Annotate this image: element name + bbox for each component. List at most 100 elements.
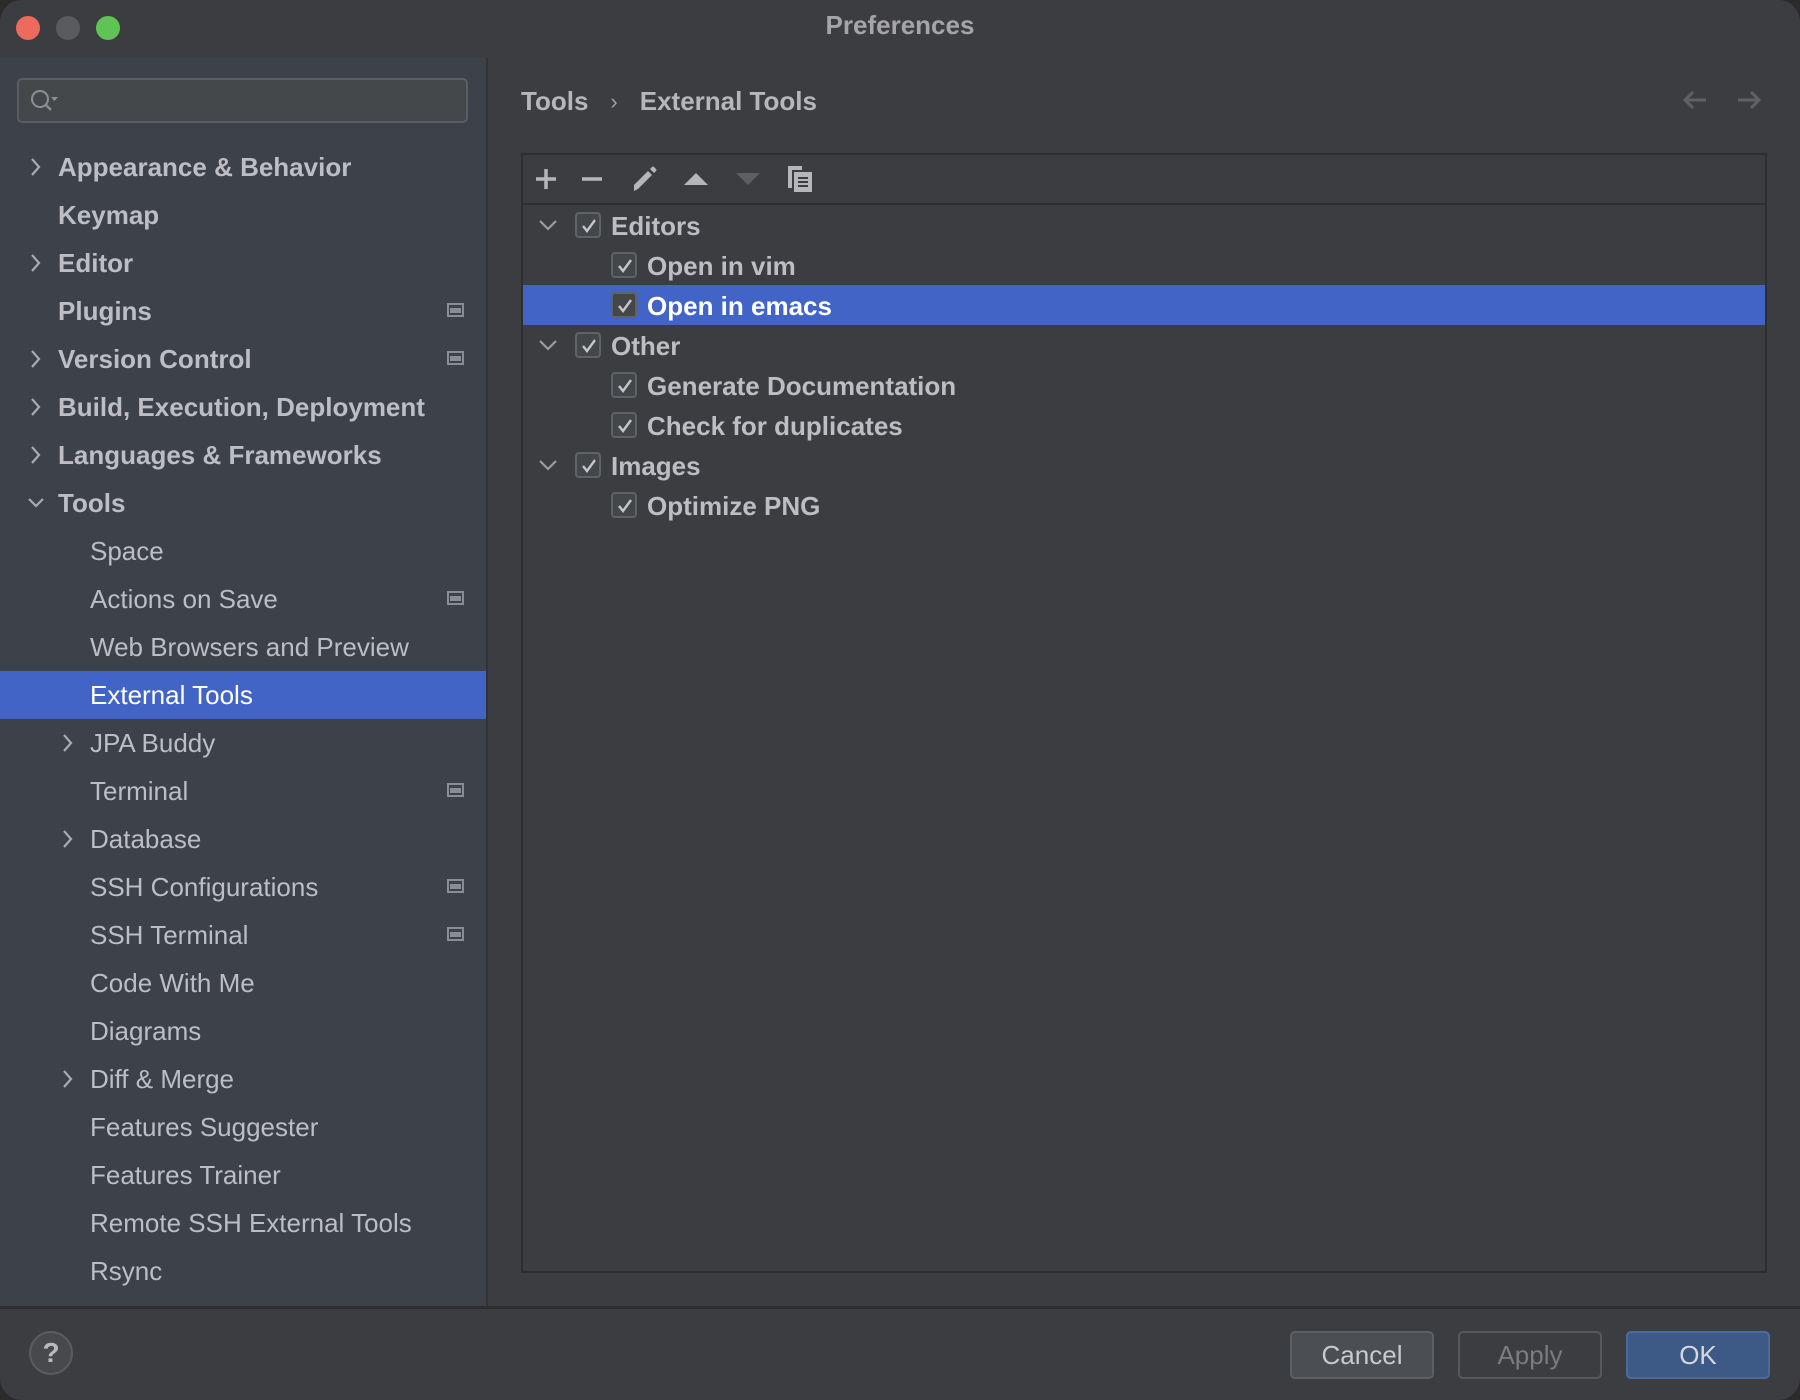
tool-row[interactable]: Generate Documentation: [523, 365, 1765, 405]
tool-label: Check for duplicates: [647, 411, 903, 441]
chevron-down-icon[interactable]: [537, 335, 559, 355]
breadcrumb: Tools › External Tools: [521, 86, 817, 117]
sidebar-item[interactable]: Diff & Merge: [0, 1055, 486, 1103]
checkbox[interactable]: [611, 492, 637, 518]
sidebar-item-label: Terminal: [90, 776, 189, 806]
sidebar-item[interactable]: Version Control: [0, 335, 486, 383]
sidebar-item[interactable]: Diagrams: [0, 1007, 486, 1055]
edit-tool-button[interactable]: [627, 163, 661, 195]
preferences-window: Preferences Appearance & Behavior Keymap E…: [0, 0, 1800, 1400]
checkbox[interactable]: [611, 252, 637, 278]
sidebar-item-label: Diff & Merge: [90, 1064, 235, 1094]
sidebar-item[interactable]: Web Browsers and Preview: [0, 623, 486, 671]
cancel-button[interactable]: Cancel: [1290, 1331, 1434, 1379]
move-down-button[interactable]: [731, 163, 765, 195]
sidebar-item-label: Web Browsers and Preview: [90, 632, 409, 662]
edit-icon: [634, 166, 657, 191]
dialog-footer: ? Cancel Apply OK: [0, 1306, 1800, 1400]
tool-row[interactable]: Open in vim: [523, 245, 1765, 285]
sidebar-item[interactable]: JPA Buddy: [0, 719, 486, 767]
tool-group-row[interactable]: Other: [523, 325, 1765, 365]
sidebar-item[interactable]: Database: [0, 815, 486, 863]
sidebar-item[interactable]: Languages & Frameworks: [0, 431, 486, 479]
sidebar-item[interactable]: Rsync: [0, 1247, 486, 1295]
checkbox[interactable]: [575, 452, 601, 478]
sidebar-item-label: SSH Configurations: [90, 872, 319, 902]
copy-tool-button[interactable]: [783, 163, 817, 195]
sidebar-item[interactable]: Appearance & Behavior: [0, 143, 486, 191]
checkbox[interactable]: [575, 212, 601, 238]
sidebar-item-label: Features Trainer: [90, 1160, 281, 1190]
sidebar-item-label: Editor: [58, 248, 134, 278]
breadcrumb-current: External Tools: [639, 86, 817, 116]
sidebar-item[interactable]: Features Suggester: [0, 1103, 486, 1151]
sidebar-item[interactable]: Editor: [0, 239, 486, 287]
chevron-right-icon[interactable]: [58, 827, 78, 851]
add-tool-button[interactable]: [529, 163, 563, 195]
tool-label: Editors: [611, 211, 701, 241]
sidebar-item-label: Plugins: [58, 296, 152, 326]
project-settings-icon: [447, 303, 464, 317]
remove-tool-button[interactable]: [575, 163, 609, 195]
tool-group-row[interactable]: Editors: [523, 205, 1765, 245]
copy-icon: [788, 166, 812, 192]
tool-label: Generate Documentation: [647, 371, 957, 401]
tool-row[interactable]: Open in emacs: [523, 285, 1765, 325]
move-up-button[interactable]: [679, 163, 713, 195]
breadcrumb-separator: ›: [610, 88, 618, 114]
search-input[interactable]: [69, 84, 463, 120]
checkmark-icon: [582, 219, 596, 233]
checkbox[interactable]: [575, 332, 601, 358]
tool-group-row[interactable]: Images: [523, 445, 1765, 485]
sidebar-item[interactable]: SSH Configurations: [0, 863, 486, 911]
sidebar-item[interactable]: Actions on Save: [0, 575, 486, 623]
sidebar-item[interactable]: Remote SSH External Tools: [0, 1199, 486, 1247]
help-button[interactable]: ?: [29, 1331, 73, 1375]
back-arrow-icon[interactable]: [1680, 88, 1710, 112]
sidebar-item[interactable]: Keymap: [0, 191, 486, 239]
breadcrumb-parent[interactable]: Tools: [521, 86, 588, 117]
checkmark-icon: [618, 259, 632, 273]
sidebar-item[interactable]: Terminal: [0, 767, 486, 815]
add-icon: [536, 169, 556, 189]
chevron-down-icon[interactable]: [26, 491, 46, 515]
sidebar-item[interactable]: Tools: [0, 479, 486, 527]
checkbox[interactable]: [611, 372, 637, 398]
chevron-right-icon[interactable]: [26, 443, 46, 467]
sidebar-item[interactable]: External Tools: [0, 671, 486, 719]
settings-content: Tools › External Tools Editors Open in v…: [488, 58, 1800, 1306]
chevron-down-icon[interactable]: [537, 455, 559, 475]
project-settings-icon: [447, 591, 464, 605]
chevron-right-icon[interactable]: [58, 1067, 78, 1091]
tool-row[interactable]: Optimize PNG: [523, 485, 1765, 525]
forward-arrow-icon[interactable]: [1734, 88, 1764, 112]
chevron-down-icon[interactable]: [537, 215, 559, 235]
sidebar-item-label: Tools: [58, 488, 126, 518]
chevron-right-icon[interactable]: [26, 155, 46, 179]
checkmark-icon: [618, 379, 632, 393]
tool-label: Open in vim: [647, 251, 796, 281]
settings-search[interactable]: [17, 78, 468, 123]
sidebar-item[interactable]: Plugins: [0, 287, 486, 335]
checkbox[interactable]: [611, 292, 637, 318]
apply-button[interactable]: Apply: [1458, 1331, 1602, 1379]
checkbox[interactable]: [611, 412, 637, 438]
project-settings-icon: [447, 927, 464, 941]
sidebar-item-label: Diagrams: [90, 1016, 202, 1046]
chevron-right-icon[interactable]: [58, 731, 78, 755]
tool-row[interactable]: Check for duplicates: [523, 405, 1765, 445]
chevron-right-icon[interactable]: [26, 347, 46, 371]
ok-button[interactable]: OK: [1626, 1331, 1770, 1379]
tools-toolbar: [523, 155, 1765, 205]
sidebar-item[interactable]: Space: [0, 527, 486, 575]
checkmark-icon: [582, 339, 596, 353]
sidebar-item[interactable]: SSH Terminal: [0, 911, 486, 959]
sidebar-item-label: Database: [90, 824, 202, 854]
sidebar-item[interactable]: Code With Me: [0, 959, 486, 1007]
sidebar-item[interactable]: Features Trainer: [0, 1151, 486, 1199]
chevron-right-icon[interactable]: [26, 251, 46, 275]
chevron-right-icon[interactable]: [26, 395, 46, 419]
sidebar-item-label: Keymap: [58, 200, 160, 230]
sidebar-item[interactable]: Build, Execution, Deployment: [0, 383, 486, 431]
tool-label: Other: [611, 331, 681, 361]
